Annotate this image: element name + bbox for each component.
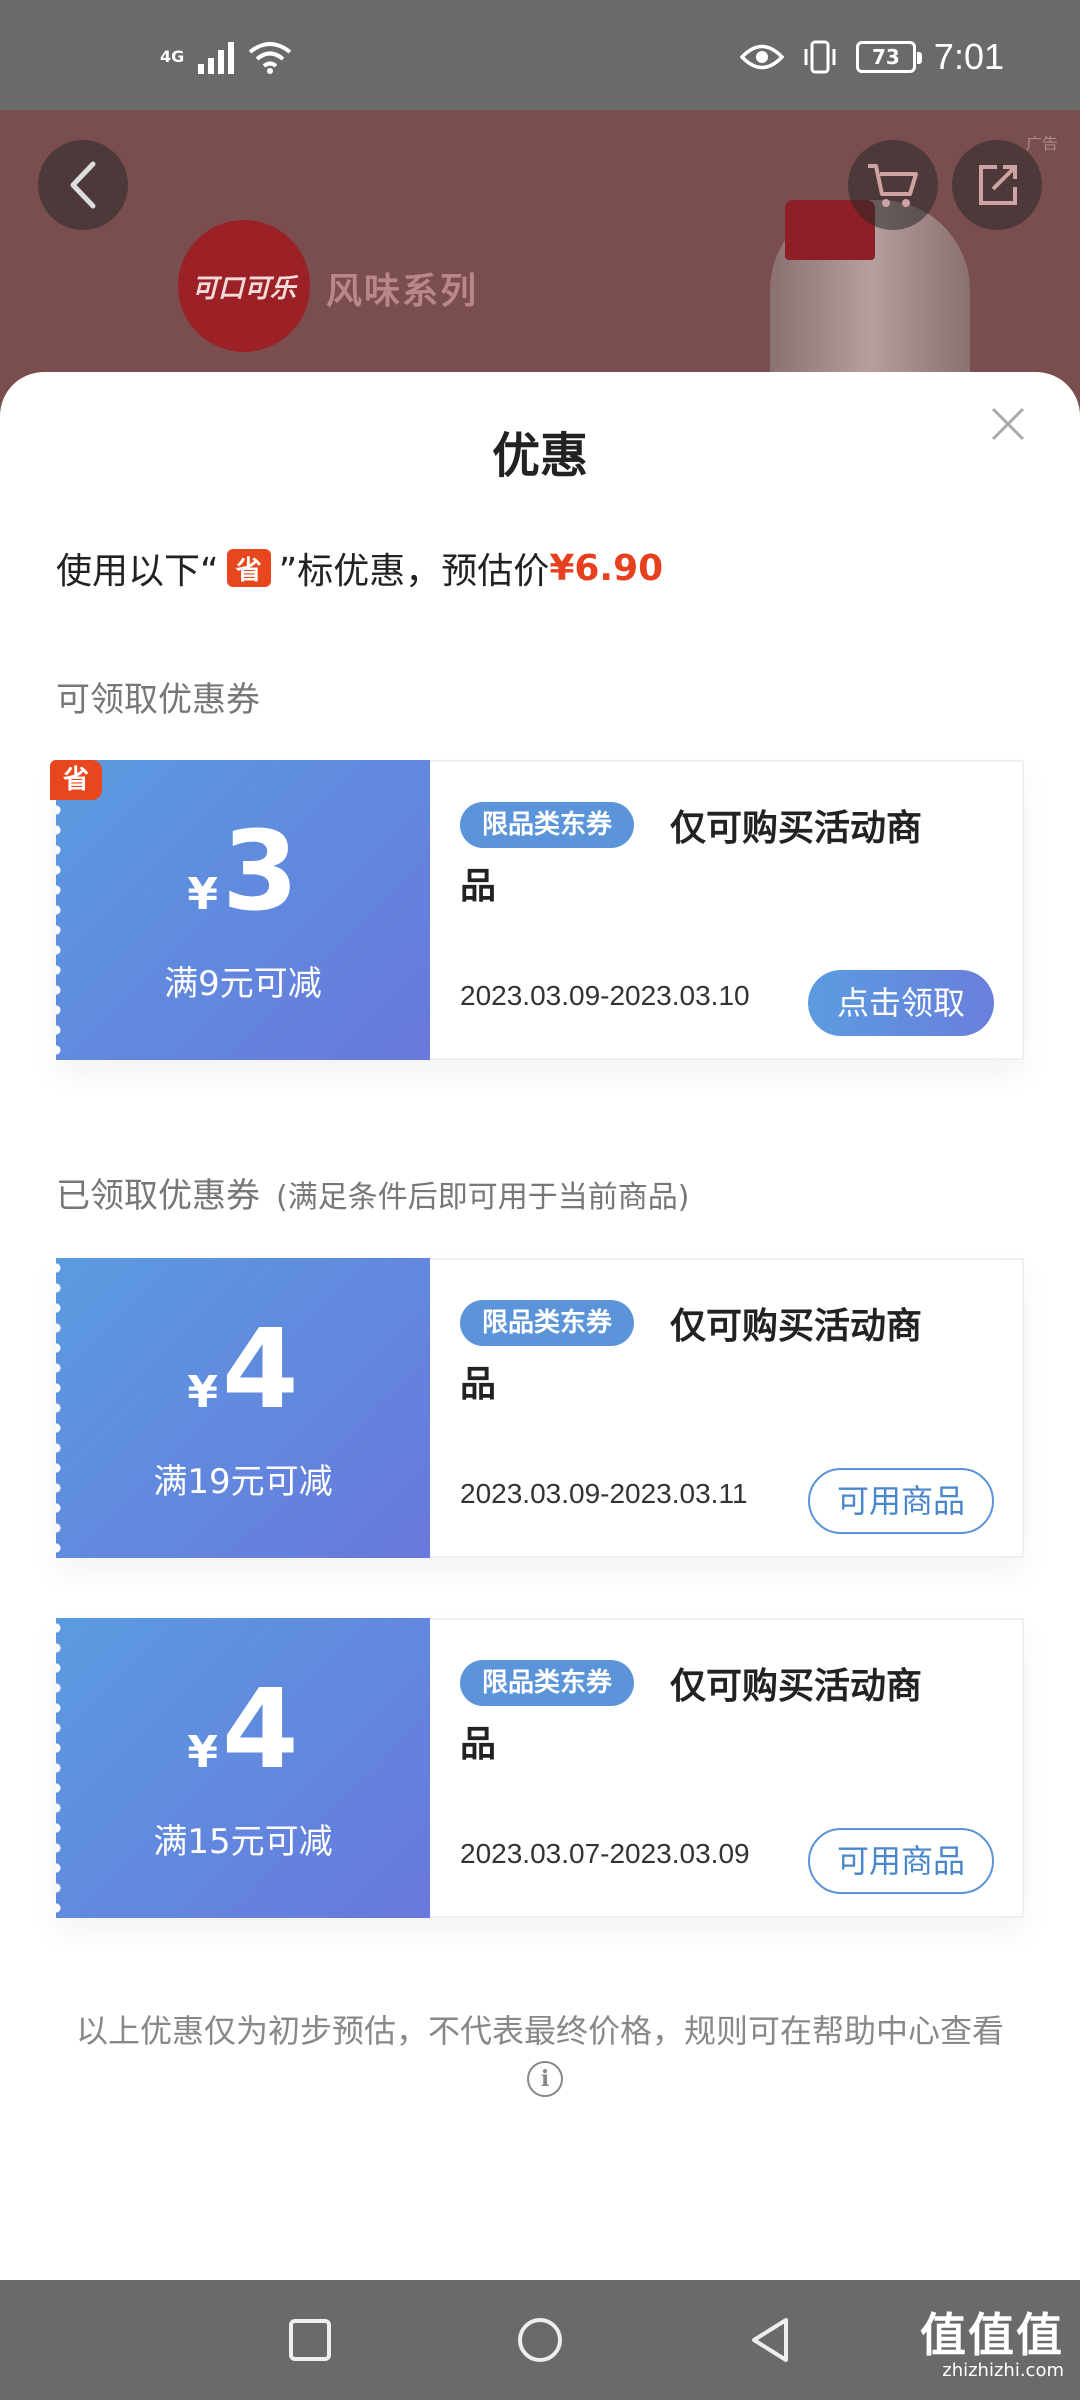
save-corner-badge: 省 bbox=[50, 760, 102, 800]
product-header: 可口可乐 风味系列 广告 bbox=[0, 110, 1080, 410]
coupon-card: ¥4 满15元可减 仅可购买活动商品 限品类东券 2023.03.07-2023… bbox=[56, 1618, 1024, 1918]
disclaimer: 以上优惠仅为初步预估，不代表最终价格，规则可在帮助中心查看 i bbox=[60, 2008, 1020, 2100]
sheet-title: 优惠 bbox=[491, 428, 588, 484]
coupon-condition: 满19元可减 bbox=[153, 1462, 333, 1502]
product-series: 风味系列 bbox=[326, 271, 479, 312]
info-icon[interactable]: i bbox=[527, 2061, 563, 2097]
coupon-value-panel: ¥3 满9元可减 bbox=[56, 760, 430, 1060]
disclaimer-text: 以上优惠仅为初步预估，不代表最终价格，规则可在帮助中心查看 bbox=[75, 2012, 1004, 2050]
status-right: 73 7:01 bbox=[739, 36, 1004, 78]
coupon-value-panel: ¥4 满15元可减 bbox=[56, 1618, 430, 1918]
brand-logo: 可口可乐 bbox=[178, 220, 310, 352]
watermark: 值值值 zhizhizhi.com bbox=[920, 2310, 1064, 2382]
close-button[interactable] bbox=[988, 404, 1028, 444]
coupon-amount-value: 3 bbox=[222, 807, 299, 935]
signal-icon bbox=[198, 40, 235, 74]
view-eligible-products-button[interactable]: 可用商品 bbox=[808, 1828, 994, 1894]
ad-label: 广告 bbox=[1025, 134, 1058, 153]
coupon-card: ¥4 满19元可减 仅可购买活动商品 限品类东券 2023.03.09-2023… bbox=[56, 1258, 1024, 1558]
clock: 7:01 bbox=[933, 36, 1004, 77]
coupon-type-tag: 限品类东券 bbox=[460, 1300, 635, 1346]
coupon-condition: 满15元可减 bbox=[153, 1822, 333, 1862]
coupon-condition: 满9元可减 bbox=[164, 964, 322, 1004]
estimate-price: ¥6.90 bbox=[549, 547, 664, 589]
coupon-value-panel: ¥4 满19元可减 bbox=[56, 1258, 430, 1558]
coupon-validity: 2023.03.09-2023.03.11 bbox=[460, 1478, 748, 1509]
currency-symbol: ¥ bbox=[187, 1727, 219, 1778]
section-available-title: 可领取优惠券 bbox=[56, 680, 260, 720]
square-icon bbox=[289, 2319, 331, 2361]
coupon-type-tag: 限品类东券 bbox=[460, 1660, 635, 1706]
home-button[interactable] bbox=[508, 2308, 572, 2372]
coupon-amount: ¥4 bbox=[56, 1674, 430, 1784]
coupon-amount: ¥4 bbox=[56, 1314, 430, 1424]
estimate-line: 使用以下“ 省 ”标优惠，预估价 ¥6.90 bbox=[56, 542, 663, 594]
save-badge: 省 bbox=[226, 549, 271, 587]
coupon-type-tag: 限品类东券 bbox=[460, 802, 635, 848]
close-icon bbox=[991, 407, 1025, 441]
recent-apps-button[interactable] bbox=[278, 2308, 342, 2372]
claim-coupon-button[interactable]: 点击领取 bbox=[808, 970, 994, 1036]
chevron-left-icon bbox=[70, 161, 96, 209]
section-claimed-title: 已领取优惠券 (满足条件后即可用于当前商品) bbox=[56, 1168, 689, 1217]
view-eligible-products-button[interactable]: 可用商品 bbox=[808, 1468, 994, 1534]
coupon-detail-panel: 仅可购买活动商品 限品类东券 2023.03.07-2023.03.09 可用商… bbox=[430, 1618, 1024, 1918]
battery-icon: 73 bbox=[855, 41, 922, 73]
coupon-amount-value: 4 bbox=[222, 1305, 299, 1433]
coupon-card: ¥3 满9元可减 仅可购买活动商品 限品类东券 2023.03.09-2023.… bbox=[56, 760, 1024, 1060]
cart-icon bbox=[868, 164, 918, 207]
share-icon bbox=[979, 165, 1017, 205]
watermark-domain: zhizhizhi.com bbox=[942, 2360, 1064, 2381]
discount-sheet: 优惠 使用以下“ 省 ”标优惠，预估价 ¥6.90 可领取优惠券 ¥3 满9元可… bbox=[0, 372, 1080, 2280]
eye-icon bbox=[739, 44, 784, 70]
vibrate-icon bbox=[804, 40, 836, 74]
system-nav-bar: 值值值 zhizhizhi.com bbox=[0, 2280, 1080, 2400]
coupon-detail-panel: 仅可购买活动商品 限品类东券 2023.03.09-2023.03.11 可用商… bbox=[430, 1258, 1024, 1558]
coupon-detail-panel: 仅可购买活动商品 限品类东券 2023.03.09-2023.03.10 点击领… bbox=[430, 760, 1024, 1060]
back-nav-button[interactable] bbox=[738, 2308, 802, 2372]
status-bar: 4G 73 7:01 bbox=[0, 0, 1080, 110]
status-left: 4G bbox=[160, 40, 292, 74]
section-claimed-label: 已领取优惠券 bbox=[56, 1176, 260, 1216]
circle-icon bbox=[518, 2318, 562, 2362]
currency-symbol: ¥ bbox=[187, 1367, 219, 1418]
coupon-amount-value: 4 bbox=[222, 1665, 299, 1793]
coupon-validity: 2023.03.09-2023.03.10 bbox=[460, 980, 750, 1011]
wifi-icon bbox=[249, 42, 292, 74]
network-type: 4G bbox=[160, 47, 185, 66]
triangle-back-icon bbox=[752, 2318, 788, 2362]
cart-button[interactable] bbox=[848, 140, 938, 230]
estimate-middle: ”标优惠，预估价 bbox=[278, 551, 550, 592]
coupon-amount: ¥3 bbox=[56, 816, 430, 926]
watermark-logo: 值值值 bbox=[920, 2308, 1064, 2362]
back-button[interactable] bbox=[38, 140, 128, 230]
estimate-prefix: 使用以下“ bbox=[56, 551, 219, 592]
section-claimed-subtitle: (满足条件后即可用于当前商品) bbox=[276, 1180, 690, 1215]
currency-symbol: ¥ bbox=[187, 869, 219, 920]
coupon-validity: 2023.03.07-2023.03.09 bbox=[460, 1838, 750, 1869]
